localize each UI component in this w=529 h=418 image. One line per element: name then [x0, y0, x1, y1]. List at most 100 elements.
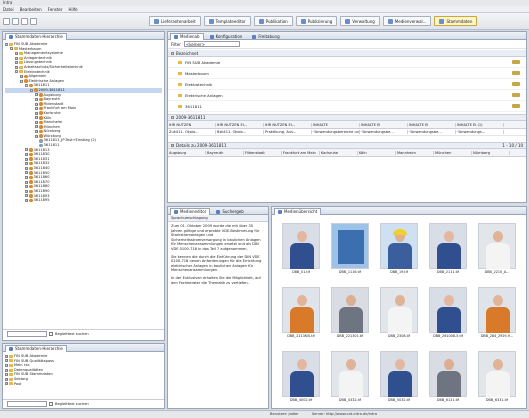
expand-icon[interactable]: + [25, 157, 28, 161]
back-icon[interactable] [30, 17, 37, 25]
perspective-tab[interactable]: Publikation [253, 16, 293, 26]
collapse-icon[interactable]: - [30, 88, 33, 92]
search-field-bottom[interactable] [7, 401, 47, 407]
expand-icon[interactable]: + [35, 107, 38, 111]
row-action-icon[interactable] [512, 71, 520, 75]
thumbnail-image[interactable] [478, 287, 516, 333]
column-header[interactable]: INHALTE [312, 122, 360, 127]
tree-item[interactable]: +3611895 [5, 198, 162, 203]
expand-icon[interactable]: + [5, 377, 8, 381]
expand-icon[interactable]: + [20, 74, 23, 78]
perspective-tab[interactable]: Lieferantenarbeit [149, 16, 201, 26]
section-header-details[interactable]: - Details zu 2009-3611811 1 - 10 / 10 [168, 142, 526, 149]
breadcrumb-item[interactable]: Elektrotechnik [168, 79, 526, 90]
new-icon[interactable] [3, 17, 10, 25]
text-editor[interactable]: Zum 01. Oktober 2009 wurde die mit über … [168, 222, 268, 290]
column-header[interactable]: Karlsruhe [320, 150, 358, 155]
tab-medienab[interactable]: Medienab [170, 32, 204, 40]
media-thumbnail[interactable]: DBB_2111.tif [425, 223, 471, 285]
menu-item-fenster[interactable]: Fenster [48, 7, 63, 12]
search-text-checkbox-bottom[interactable] [49, 402, 53, 406]
thumbnail-image[interactable] [282, 287, 320, 333]
column-header[interactable]: INHALTE EI [360, 122, 408, 127]
row-action-icon[interactable] [512, 104, 520, 108]
search-field-top[interactable] [7, 331, 47, 337]
perspective-tab[interactable]: Verwaltung [340, 16, 380, 26]
thumbnail-image[interactable] [429, 351, 467, 397]
column-header[interactable]: IHR NUTZEN EI... [216, 122, 264, 127]
expand-icon[interactable]: + [25, 171, 28, 175]
expand-icon[interactable]: + [35, 102, 38, 106]
tab-media-overview[interactable]: Medienübersicht [274, 207, 322, 215]
expand-icon[interactable]: + [25, 166, 28, 170]
column-header[interactable]: Bayreuth [206, 150, 244, 155]
column-header[interactable]: Köln [358, 150, 396, 155]
breadcrumb-item[interactable]: FIN SUB Akademie [168, 57, 526, 68]
thumbnail-image[interactable] [282, 351, 320, 397]
column-header[interactable]: INHALTE EI [408, 122, 456, 127]
expand-icon[interactable]: + [25, 176, 28, 180]
section-header-bezeichnet[interactable]: - Bezeichnet [168, 50, 526, 57]
expand-icon[interactable]: + [5, 359, 8, 363]
column-header[interactable]: Nürnberg [472, 150, 510, 155]
tab-konfiguration[interactable]: Konfiguration [206, 33, 247, 40]
row-action-icon[interactable] [512, 82, 520, 86]
thumbnail-image[interactable] [478, 223, 516, 269]
media-thumbnail[interactable]: DBB_284_2929-9... [474, 287, 520, 349]
collapse-icon[interactable]: - [10, 47, 13, 51]
expand-icon[interactable]: + [35, 125, 38, 129]
expand-icon[interactable]: + [15, 65, 18, 69]
tab-medieneditor[interactable]: Medieneditor [170, 207, 211, 215]
expand-icon[interactable]: + [25, 189, 28, 193]
thumbnail-image[interactable] [380, 223, 418, 269]
column-header[interactable]: Mannheim [396, 150, 434, 155]
media-thumbnail[interactable]: DBB_2213KIS.tif [278, 287, 324, 349]
thumbnail-image[interactable] [478, 351, 516, 397]
thumbnail-image[interactable] [429, 287, 467, 333]
thumbnail-image[interactable] [380, 351, 418, 397]
media-thumbnail[interactable]: DBB_01.tif [278, 223, 324, 285]
column-header[interactable]: München [434, 150, 472, 155]
tab-freitabung[interactable]: Freitabung [248, 33, 283, 40]
thumbnail-image[interactable] [429, 223, 467, 269]
expand-icon[interactable]: + [25, 153, 28, 157]
expand-icon[interactable]: + [25, 148, 28, 152]
breadcrumb-item[interactable]: 3611811 [168, 101, 526, 112]
thumbnail-image[interactable] [331, 223, 369, 269]
menu-item-datei[interactable]: Datei [3, 7, 14, 12]
media-thumbnail[interactable]: DBB_5032.tif [376, 351, 422, 413]
expand-icon[interactable]: + [15, 56, 18, 60]
row-action-icon[interactable] [512, 93, 520, 97]
column-header[interactable]: Fildenstadt [244, 150, 282, 155]
row-action-icon[interactable] [512, 60, 520, 64]
expand-icon[interactable]: + [5, 368, 8, 372]
filter-select[interactable]: <keiner> [183, 41, 240, 47]
collapse-icon[interactable]: - [20, 79, 23, 83]
media-thumbnail[interactable]: DBB_1116.tif [327, 223, 373, 285]
expand-icon[interactable]: + [5, 354, 8, 358]
column-header[interactable]: IHR NUTZEN EI... [264, 122, 312, 127]
thumbnail-image[interactable] [331, 351, 369, 397]
tab-hierarchy-top[interactable]: Stammdaten-Hierarchie [5, 32, 67, 40]
thumbnail-image[interactable] [331, 287, 369, 333]
expand-icon[interactable]: + [5, 363, 8, 367]
collapse-icon[interactable]: - [25, 84, 28, 88]
thumbnail-image[interactable] [282, 223, 320, 269]
tab-hierarchy-bottom[interactable]: Stammdaten-Hierarchie [5, 344, 67, 352]
media-thumbnail[interactable]: DBB_19.tif [376, 223, 422, 285]
column-header[interactable]: Augsburg [168, 150, 206, 155]
expand-icon[interactable]: + [5, 382, 8, 386]
expand-icon[interactable]: + [15, 61, 18, 65]
expand-icon[interactable]: + [35, 134, 38, 138]
print-icon[interactable] [21, 17, 28, 25]
column-header[interactable]: INHALTE EI (1) [456, 122, 504, 127]
media-thumbnail[interactable]: DBB_221301.tif [327, 287, 373, 349]
media-thumbnail[interactable]: DBB_6331.tif [474, 351, 520, 413]
expand-icon[interactable]: + [5, 373, 8, 377]
perspective-tab[interactable]: Publizierung [295, 16, 338, 26]
tab-suchergeb[interactable]: Suchergeb [212, 208, 247, 215]
expand-icon[interactable]: + [35, 97, 38, 101]
thumbnail-image[interactable] [380, 287, 418, 333]
media-thumbnail[interactable]: DBB_4332.tif [327, 351, 373, 413]
column-header[interactable]: IHR NUTZEN [168, 122, 216, 127]
